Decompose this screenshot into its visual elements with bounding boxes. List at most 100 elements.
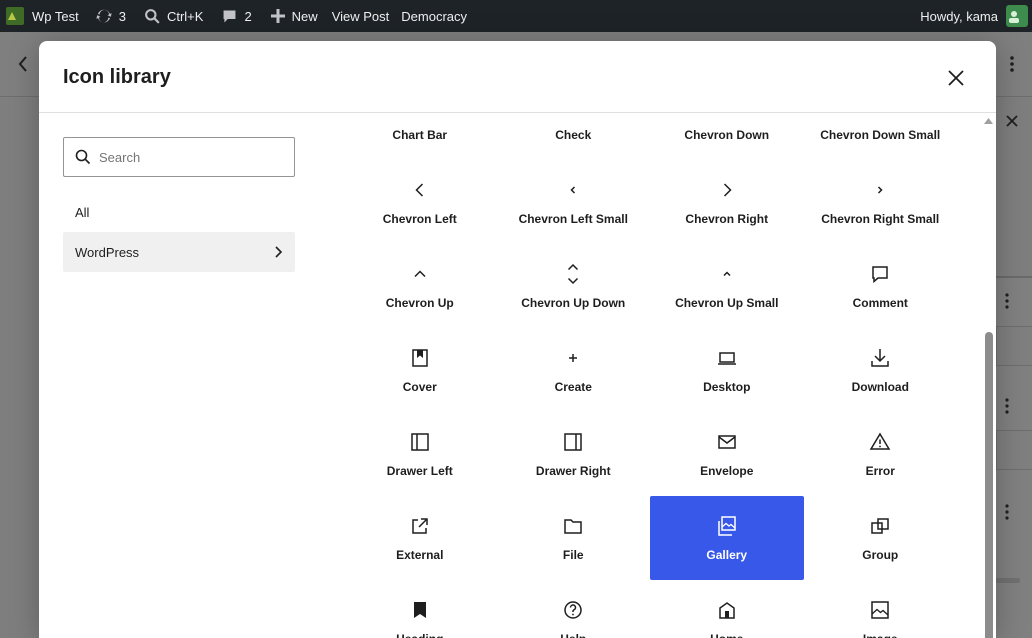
close-button[interactable] bbox=[943, 65, 969, 91]
icon-tile-chevron-right[interactable]: Chevron Right bbox=[650, 160, 804, 244]
new-content-link[interactable]: New bbox=[264, 0, 324, 32]
modal-title: Icon library bbox=[63, 66, 171, 88]
admin-bar: Wp Test 3 Ctrl+K 2 New View Post Democra… bbox=[0, 0, 1032, 32]
howdy-label: Howdy, kama bbox=[920, 8, 998, 24]
icon-tile-drawer-left[interactable]: Drawer Left bbox=[343, 412, 497, 496]
icon-tile-label: Comment bbox=[852, 296, 908, 310]
icon-tile-label: Drawer Left bbox=[386, 464, 453, 478]
chevron-right-icon bbox=[715, 178, 739, 202]
search-icon bbox=[145, 8, 160, 24]
icon-tile-check[interactable]: Check bbox=[497, 113, 651, 160]
icon-tile-chart-bar[interactable]: Chart Bar bbox=[343, 113, 497, 160]
icon-tile-label: Drawer Right bbox=[535, 464, 611, 478]
scroll-up-arrow-icon[interactable] bbox=[984, 118, 993, 124]
icon-tile-label: Chevron Left Small bbox=[518, 212, 628, 226]
icon-tile-label: Chevron Down Small bbox=[820, 128, 941, 142]
icon-tile-chevron-right-small[interactable]: Chevron Right Small bbox=[804, 160, 958, 244]
icon-library-modal: Icon library All WordPress Chart Bar Chec… bbox=[39, 41, 996, 638]
democracy-label: Democracy bbox=[401, 8, 468, 24]
icon-tile-image[interactable]: Image bbox=[804, 580, 958, 638]
icon-tile-heading[interactable]: Heading bbox=[343, 580, 497, 638]
icon-tile-error[interactable]: Error bbox=[804, 412, 958, 496]
sidebar-field bbox=[996, 430, 1032, 470]
icon-tile-label: External bbox=[396, 548, 444, 562]
icon-tile-label: Help bbox=[560, 632, 586, 638]
chevron-left-icon bbox=[408, 178, 432, 202]
search-input[interactable] bbox=[99, 149, 279, 165]
icon-tile-label: Check bbox=[555, 128, 592, 142]
icon-grid-area: Chart Bar Check Chevron Down Chevron Down S… bbox=[343, 113, 959, 638]
chevron-up-icon bbox=[408, 262, 432, 286]
icon-tile-file[interactable]: File bbox=[497, 496, 651, 580]
icon-tile-label: Group bbox=[862, 548, 899, 562]
icon-tile-chevron-up-down[interactable]: Chevron Up Down bbox=[497, 244, 651, 328]
envelope-icon bbox=[715, 430, 739, 454]
icon-tile-gallery[interactable]: Gallery bbox=[650, 496, 804, 580]
chevron-right-small-icon bbox=[868, 178, 892, 202]
icon-grid: Chart Bar Check Chevron Down Chevron Down S… bbox=[343, 113, 959, 638]
file-icon bbox=[561, 514, 585, 538]
download-icon bbox=[868, 346, 892, 370]
icon-tile-chevron-down-small[interactable]: Chevron Down Small bbox=[804, 113, 958, 160]
icon-tile-chevron-left-small[interactable]: Chevron Left Small bbox=[497, 160, 651, 244]
category-all[interactable]: All bbox=[63, 192, 295, 232]
category-wordpress[interactable]: WordPress bbox=[63, 232, 295, 272]
view-post-label: View Post bbox=[331, 8, 390, 24]
icon-tile-label: Chevron Up Small bbox=[675, 296, 779, 310]
close-sidebar-icon bbox=[1006, 115, 1018, 127]
icon-tile-drawer-right[interactable]: Drawer Right bbox=[497, 412, 651, 496]
drawer-right-icon bbox=[561, 430, 585, 454]
sidebar-slider bbox=[996, 578, 1020, 583]
more-options-icon bbox=[1010, 56, 1014, 72]
icon-tile-download[interactable]: Download bbox=[804, 328, 958, 412]
group-icon bbox=[868, 514, 892, 538]
comments-link[interactable]: 2 bbox=[215, 0, 257, 32]
panel-options-icon bbox=[1005, 398, 1009, 414]
icon-tile-home[interactable]: Home bbox=[650, 580, 804, 638]
scrollbar-thumb[interactable] bbox=[985, 332, 993, 638]
icon-tile-envelope[interactable]: Envelope bbox=[650, 412, 804, 496]
external-icon bbox=[408, 514, 432, 538]
updates-count: 3 bbox=[118, 8, 126, 24]
chart-bar-icon bbox=[408, 113, 432, 118]
icon-tile-chevron-up-small[interactable]: Chevron Up Small bbox=[650, 244, 804, 328]
icon-tile-label: Gallery bbox=[706, 548, 748, 562]
icon-tile-label: Chevron Right Small bbox=[821, 212, 940, 226]
icon-tile-chevron-left[interactable]: Chevron Left bbox=[343, 160, 497, 244]
site-name-link[interactable]: Wp Test bbox=[0, 0, 85, 32]
icon-tile-comment[interactable]: Comment bbox=[804, 244, 958, 328]
desktop-icon bbox=[715, 346, 739, 370]
icon-tile-cover[interactable]: Cover bbox=[343, 328, 497, 412]
chevron-left-small-icon bbox=[561, 178, 585, 202]
scrollbar[interactable] bbox=[981, 113, 996, 638]
icon-tile-chevron-up[interactable]: Chevron Up bbox=[343, 244, 497, 328]
account-menu[interactable]: Howdy, kama bbox=[914, 0, 1032, 32]
category-label: WordPress bbox=[75, 244, 140, 260]
site-name-label: Wp Test bbox=[32, 8, 79, 24]
category-label: All bbox=[75, 204, 90, 220]
chevron-right-icon bbox=[275, 246, 283, 258]
icon-tile-group[interactable]: Group bbox=[804, 496, 958, 580]
heading-icon bbox=[408, 598, 432, 622]
create-icon bbox=[561, 346, 585, 370]
democracy-link[interactable]: Democracy bbox=[395, 0, 473, 32]
icon-tile-create[interactable]: Create bbox=[497, 328, 651, 412]
command-search-link[interactable]: Ctrl+K bbox=[138, 0, 209, 32]
category-panel: All WordPress bbox=[63, 137, 295, 272]
icon-tile-desktop[interactable]: Desktop bbox=[650, 328, 804, 412]
avatar bbox=[1006, 5, 1028, 27]
icon-tile-help[interactable]: Help bbox=[497, 580, 651, 638]
comments-count: 2 bbox=[244, 8, 252, 24]
view-post-link[interactable]: View Post bbox=[326, 0, 396, 32]
icon-tile-label: Chevron Right bbox=[685, 212, 769, 226]
icon-tile-label: Chevron Up Down bbox=[521, 296, 626, 310]
updates-link[interactable]: 3 bbox=[89, 0, 132, 32]
icon-tile-label: Envelope bbox=[700, 464, 754, 478]
icon-tile-label: Home bbox=[710, 632, 743, 638]
icon-tile-chevron-down[interactable]: Chevron Down bbox=[650, 113, 804, 160]
chevron-up-down-icon bbox=[561, 262, 585, 286]
chevron-up-small-icon bbox=[715, 262, 739, 286]
panel-options-icon bbox=[1005, 293, 1009, 309]
icon-tile-external[interactable]: External bbox=[343, 496, 497, 580]
icon-tile-label: File bbox=[562, 548, 584, 562]
